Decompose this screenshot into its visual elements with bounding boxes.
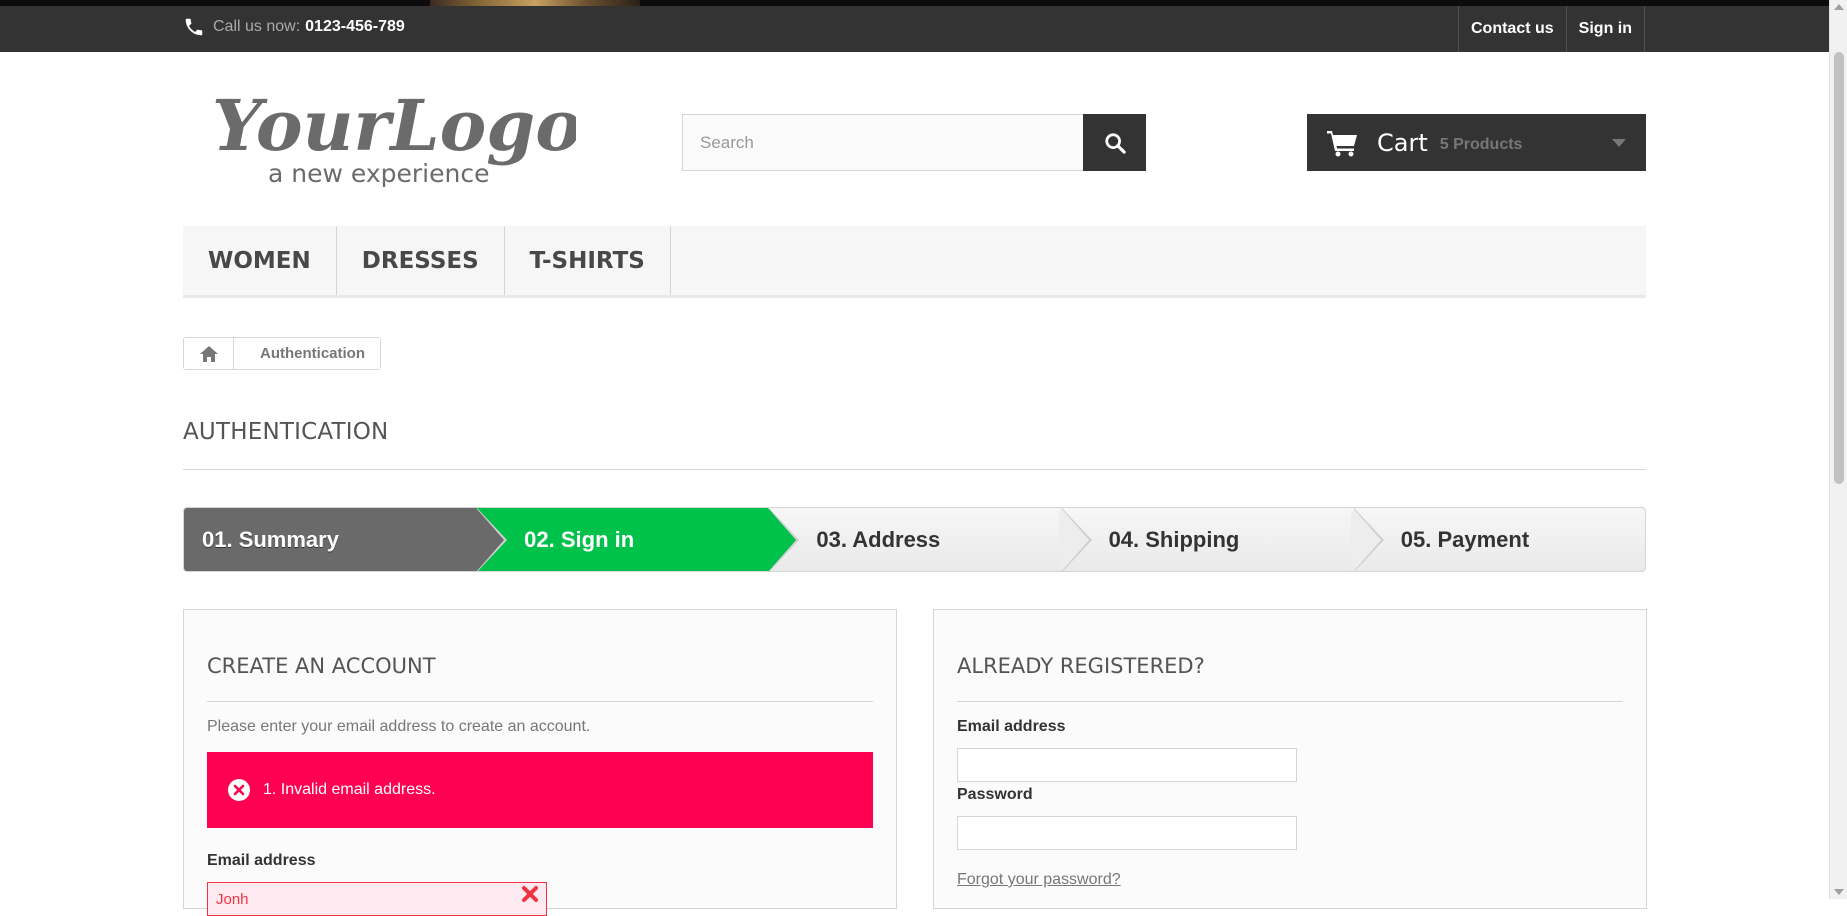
create-account-hint: Please enter your email address to creat… <box>207 718 591 735</box>
step-summary[interactable]: 01. Summary <box>184 508 508 571</box>
nav-item-dresses[interactable]: DRESSES <box>337 226 505 295</box>
title-divider <box>183 469 1646 470</box>
create-email-input[interactable] <box>207 882 547 916</box>
step-arrow <box>1350 508 1381 571</box>
main-nav: WOMEN DRESSES T-SHIRTS <box>183 226 1646 298</box>
search-bar <box>682 114 1146 171</box>
create-account-box: CREATE AN ACCOUNT Please enter your emai… <box>183 609 897 916</box>
nav-item-women[interactable]: WOMEN <box>183 226 337 295</box>
invalid-x-icon <box>522 886 538 902</box>
step-arrow <box>1058 508 1089 571</box>
phone-number: 0123-456-789 <box>305 18 405 35</box>
step-arrow <box>766 508 797 571</box>
page-title: AUTHENTICATION <box>183 419 389 445</box>
step-payment: 05. Payment <box>1353 508 1645 571</box>
phone-icon <box>185 18 203 36</box>
cart-count: 5 Products <box>1439 135 1523 153</box>
contact-us-link[interactable]: Contact us <box>1458 6 1566 52</box>
step-label: 04. Shipping <box>1108 526 1240 552</box>
create-email-label: Email address <box>207 852 316 869</box>
cart-icon <box>1327 130 1357 156</box>
step-label: 01. Summary <box>202 526 339 552</box>
box-divider <box>957 701 1623 702</box>
error-circle-icon <box>228 779 250 801</box>
search-button[interactable] <box>1083 114 1146 171</box>
create-account-heading: CREATE AN ACCOUNT <box>207 654 436 678</box>
chevron-down-icon <box>1612 139 1626 147</box>
step-sign-in: 02. Sign in <box>476 508 800 571</box>
step-arrow <box>474 508 505 571</box>
page-scrollbar[interactable] <box>1829 0 1847 899</box>
call-label: Call us now: <box>213 18 301 35</box>
scroll-up-icon[interactable] <box>1834 4 1844 10</box>
sign-in-link[interactable]: Sign in <box>1565 6 1645 52</box>
step-address: 03. Address <box>768 508 1092 571</box>
phone-info: Call us now: 0123-456-789 <box>183 12 405 42</box>
breadcrumb: Authentication <box>183 337 381 370</box>
login-email-input[interactable] <box>957 748 1297 782</box>
breadcrumb-home[interactable] <box>184 338 234 369</box>
logo-main-text: YourLogo <box>212 84 576 167</box>
top-links: Contact us Sign in <box>1458 6 1645 52</box>
search-icon <box>1104 132 1126 154</box>
cart-button[interactable]: Cart 5 Products <box>1307 114 1646 171</box>
forgot-password-link[interactable]: Forgot your password? <box>957 871 1121 889</box>
box-divider <box>207 701 873 702</box>
step-label: 02. Sign in <box>524 526 635 552</box>
step-label: 03. Address <box>816 526 941 552</box>
breadcrumb-current: Authentication <box>234 338 380 369</box>
home-icon <box>199 345 218 362</box>
search-input[interactable] <box>682 114 1083 171</box>
cart-label: Cart <box>1377 128 1428 157</box>
step-shipping: 04. Shipping <box>1061 508 1384 571</box>
login-email-label: Email address <box>957 718 1066 735</box>
nav-item-tshirts[interactable]: T-SHIRTS <box>505 226 671 295</box>
logo-tagline: a new experience <box>268 159 489 188</box>
step-label: 05. Payment <box>1400 526 1530 552</box>
already-registered-heading: ALREADY REGISTERED? <box>957 654 1205 678</box>
top-bar: Call us now: 0123-456-789 Contact us Sig… <box>0 0 1829 52</box>
site-logo[interactable]: YourLogo a new experience <box>206 78 576 188</box>
password-label: Password <box>957 786 1033 803</box>
banner-image <box>430 0 640 6</box>
checkout-steps: 01. Summary 02. Sign in 03. Address 04. … <box>183 507 1646 572</box>
error-alert: 1. Invalid email address. <box>207 752 873 828</box>
error-message: 1. Invalid email address. <box>263 781 436 798</box>
scrollbar-thumb[interactable] <box>1834 52 1844 484</box>
already-registered-box: ALREADY REGISTERED? Email address Passwo… <box>933 609 1647 909</box>
password-input[interactable] <box>957 816 1297 850</box>
scroll-down-icon[interactable] <box>1834 889 1844 895</box>
